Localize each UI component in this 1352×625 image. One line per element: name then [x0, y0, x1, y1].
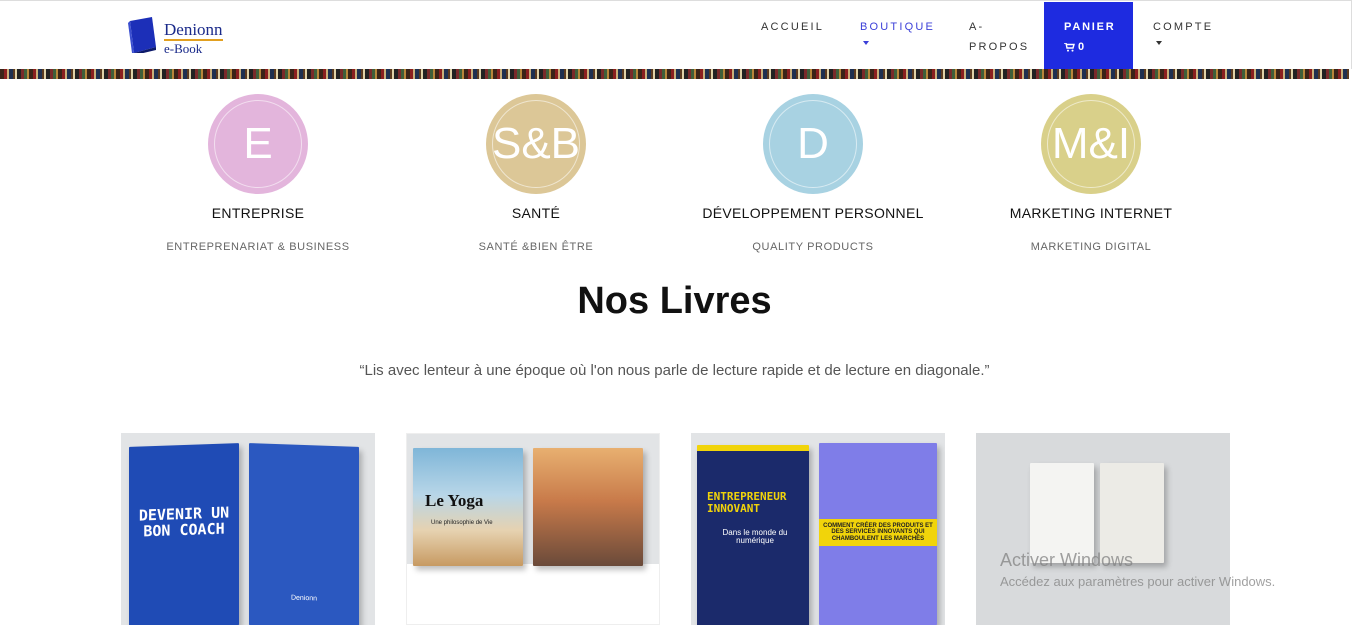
book-cover-subtitle: Une philosophie de Vie — [431, 520, 493, 526]
section-quote: “Lis avec lenteur à une époque où l'on n… — [359, 362, 990, 379]
book-cover-subtitle: Dans le monde du numérique — [722, 528, 788, 546]
nav-accueil-label: ACCUEIL — [761, 21, 825, 33]
category-subtitle: ENTREPRENARIAT & BUSINESS — [166, 241, 350, 253]
watermark-subtitle: Accédez aux paramètres pour activer Wind… — [1000, 574, 1276, 589]
nav-a-propos-label-line1: A- — [969, 21, 985, 33]
product-card[interactable]: DEVENIR UN BON COACH Denionn — [121, 433, 375, 625]
nav-compte[interactable]: COMPTE — [1153, 17, 1213, 45]
product-card[interactable] — [976, 433, 1230, 625]
bookshelf-banner — [0, 69, 1349, 79]
category-title: ENTREPRISE — [211, 205, 305, 221]
category-letter: M&I — [1051, 119, 1131, 168]
category-marketing-internet[interactable]: M&I MARKETING INTERNET MARKETING DIGITAL — [976, 94, 1206, 253]
cart-count: 0 — [1078, 41, 1086, 53]
cart-icon — [1064, 42, 1075, 52]
category-developpement-personnel[interactable]: D DÉVELOPPEMENT PERSONNEL QUALITY PRODUC… — [698, 94, 928, 253]
section-title: Nos Livres — [577, 280, 772, 322]
category-entreprise[interactable]: E ENTREPRISE ENTREPRENARIAT & BUSINESS — [143, 94, 373, 253]
category-badge: M&I — [1041, 94, 1141, 194]
nav-boutique-label: BOUTIQUE — [860, 21, 936, 33]
nav-accueil[interactable]: ACCUEIL — [761, 17, 824, 37]
book-cover-title: Le Yoga — [425, 491, 484, 510]
chevron-down-icon — [1156, 41, 1162, 45]
nav-boutique[interactable]: BOUTIQUE — [860, 17, 935, 45]
nav-a-propos[interactable]: A- PROPOS — [969, 17, 1029, 57]
product-card[interactable]: ENTREPRENEUR INNOVANT Dans le monde du n… — [691, 433, 945, 625]
nav-a-propos-label-line2: PROPOS — [969, 41, 1030, 53]
book-cover-back: Denionn — [249, 443, 359, 625]
category-badge: D — [763, 94, 863, 194]
category-title: SANTÉ — [511, 205, 561, 221]
site-logo[interactable]: Denionn e-Book — [128, 15, 238, 57]
book-cover-front — [1030, 463, 1094, 563]
logo-subtitle: e-Book — [164, 41, 203, 56]
nav-cart-button[interactable]: PANIER 0 — [1044, 2, 1133, 70]
category-title: DÉVELOPPEMENT PERSONNEL — [702, 205, 924, 221]
book-cover-back — [533, 448, 643, 566]
category-letter: E — [243, 119, 273, 168]
nav-cart-label: PANIER — [1064, 21, 1116, 33]
chevron-down-icon — [863, 41, 869, 45]
category-subtitle: SANTÉ &BIEN ÊTRE — [478, 241, 594, 253]
logo-name: Denionn — [164, 20, 223, 41]
book-logo-icon — [128, 17, 156, 53]
windows-activation-watermark: Activer Windows Accédez aux paramètres p… — [1000, 550, 1275, 589]
category-sante[interactable]: S&B SANTÉ SANTÉ &BIEN ÊTRE — [421, 94, 651, 253]
category-subtitle: MARKETING DIGITAL — [1030, 241, 1152, 253]
nav-compte-label: COMPTE — [1153, 21, 1214, 33]
category-letter: S&B — [491, 119, 581, 168]
book-cover-front: ENTREPRENEUR INNOVANT Dans le monde du n… — [697, 445, 809, 625]
category-subtitle: QUALITY PRODUCTS — [752, 241, 874, 253]
book-cover-front: Le Yoga Une philosophie de Vie — [413, 448, 523, 566]
category-badge: E — [208, 94, 308, 194]
book-cover-back: COMMENT CRÉER DES PRODUITS ET DES SERVIC… — [819, 443, 937, 625]
category-title: MARKETING INTERNET — [1009, 205, 1173, 221]
watermark-title: Activer Windows — [1000, 550, 1134, 570]
book-cover-front: DEVENIR UN BON COACH — [129, 443, 239, 625]
category-letter: D — [797, 119, 829, 168]
book-cover-title: ENTREPRENEUR INNOVANT — [707, 490, 787, 515]
navbar: Denionn e-Book ACCUEIL BOUTIQUE A- PROPO… — [0, 0, 1352, 70]
book-cover-title: DEVENIR UN BON COACH — [138, 503, 230, 541]
book-back-text: COMMENT CRÉER DES PRODUITS ET DES SERVIC… — [819, 519, 937, 546]
book-cover-back — [1100, 463, 1164, 563]
product-card[interactable]: Le Yoga Une philosophie de Vie — [406, 433, 660, 625]
category-badge: S&B — [486, 94, 586, 194]
book-back-text: Denionn — [290, 594, 318, 603]
